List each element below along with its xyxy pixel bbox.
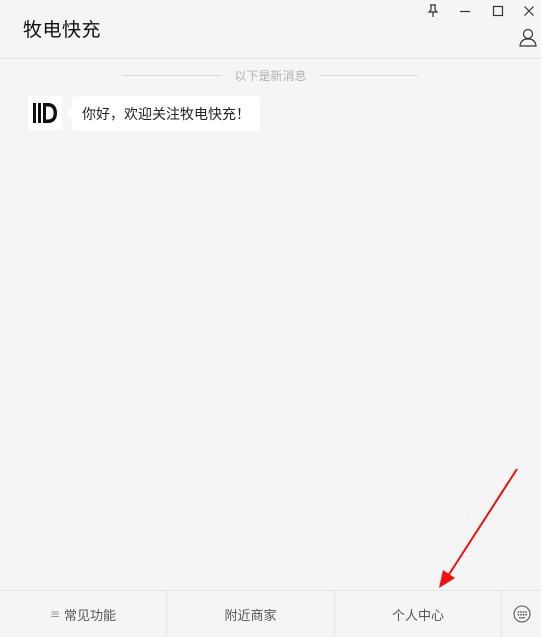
- avatar[interactable]: [28, 96, 62, 130]
- message-text: 你好，欢迎关注牧电快充！: [82, 106, 250, 123]
- pin-icon: [427, 4, 439, 17]
- divider-line-right: [318, 74, 418, 76]
- divider-line-left: [123, 74, 223, 76]
- menu-item-label: 个人中心: [391, 608, 444, 624]
- page-title: 牧电快充: [23, 19, 102, 41]
- minimize-button[interactable]: [454, 2, 476, 20]
- maximize-button[interactable]: [487, 2, 509, 20]
- divider-text: 以下是新消息: [234, 68, 307, 83]
- keyboard-toggle-button[interactable]: [502, 591, 541, 637]
- new-messages-divider: 以下是新消息: [0, 67, 541, 83]
- maximize-icon: [492, 5, 504, 17]
- brand-logo-md: [33, 103, 57, 123]
- keyboard-icon: [512, 605, 531, 623]
- pin-button[interactable]: [422, 2, 444, 20]
- close-icon: [524, 6, 534, 16]
- menu-personal-center[interactable]: 个人中心: [335, 591, 502, 637]
- close-button[interactable]: [518, 2, 540, 20]
- menu-item-label: 附近商家: [224, 608, 277, 624]
- chat-header: 牧电快充: [0, 0, 541, 59]
- bottom-menu: ≡ 常见功能 附近商家 个人中心: [0, 590, 541, 637]
- menu-nearby-merchants[interactable]: 附近商家: [167, 591, 335, 637]
- person-icon: [519, 28, 537, 47]
- menu-lines-icon: ≡: [49, 607, 61, 621]
- menu-common-functions[interactable]: ≡ 常见功能: [0, 591, 167, 637]
- minimize-icon: [460, 10, 470, 13]
- message-bubble: 你好，欢迎关注牧电快充！: [66, 96, 260, 131]
- profile-button[interactable]: [517, 26, 539, 48]
- chat-message: 你好，欢迎关注牧电快充！: [28, 96, 260, 131]
- menu-item-label: 常见功能: [64, 608, 117, 624]
